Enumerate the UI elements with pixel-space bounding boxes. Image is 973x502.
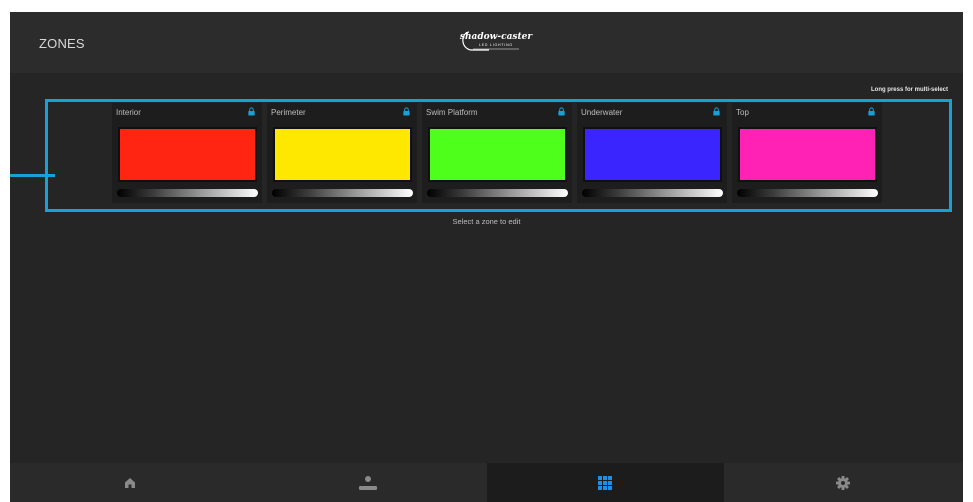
multi-select-hint: Long press for multi-select [870,87,948,93]
color-swatch[interactable] [583,127,722,182]
app-window: ZONES shadow-caster LED LIGHTING Long pr… [10,12,963,502]
zone-list: Interior Perimeter Swim Platform Underwa… [112,103,889,205]
zone-name: Swim Platform [426,108,478,117]
brand-logo: shadow-caster LED LIGHTING [459,29,533,53]
logo-tagline: LED LIGHTING [479,43,513,47]
nav-settings[interactable] [724,463,963,502]
status-message: Select a zone to edit [452,217,521,226]
zone-card-perimeter[interactable]: Perimeter [267,103,417,203]
color-swatch[interactable] [738,127,877,182]
zone-name: Underwater [581,108,623,117]
page-title: ZONES [39,36,85,51]
user-icon [358,475,377,490]
lock-icon[interactable] [712,107,721,116]
color-swatch[interactable] [118,127,257,182]
nav-zones[interactable] [486,463,724,502]
zone-card-swim-platform[interactable]: Swim Platform [422,103,572,203]
lock-icon[interactable] [557,107,566,116]
zone-name: Perimeter [271,108,306,117]
nav-user[interactable] [249,463,486,502]
color-swatch[interactable] [273,127,412,182]
gear-icon [836,475,851,490]
header-bar: ZONES shadow-caster LED LIGHTING [10,12,963,73]
zone-name: Top [736,108,749,117]
bottom-nav [10,463,963,502]
color-swatch[interactable] [428,127,567,182]
lock-icon[interactable] [247,107,256,116]
brightness-slider[interactable] [272,189,413,197]
zone-card-underwater[interactable]: Underwater [577,103,727,203]
brightness-slider[interactable] [582,189,723,197]
zone-card-top[interactable]: Top [732,103,882,203]
nav-home[interactable] [10,463,249,502]
grid-icon [598,475,613,490]
zone-card-interior[interactable]: Interior [112,103,262,203]
brightness-slider[interactable] [737,189,878,197]
logo-wordmark: shadow-caster [459,32,533,42]
brightness-slider[interactable] [427,189,568,197]
lock-icon[interactable] [867,107,876,116]
home-icon [124,477,135,488]
brightness-slider[interactable] [117,189,258,197]
highlight-callout-line [10,174,55,177]
lock-icon[interactable] [402,107,411,116]
zone-name: Interior [116,108,141,117]
